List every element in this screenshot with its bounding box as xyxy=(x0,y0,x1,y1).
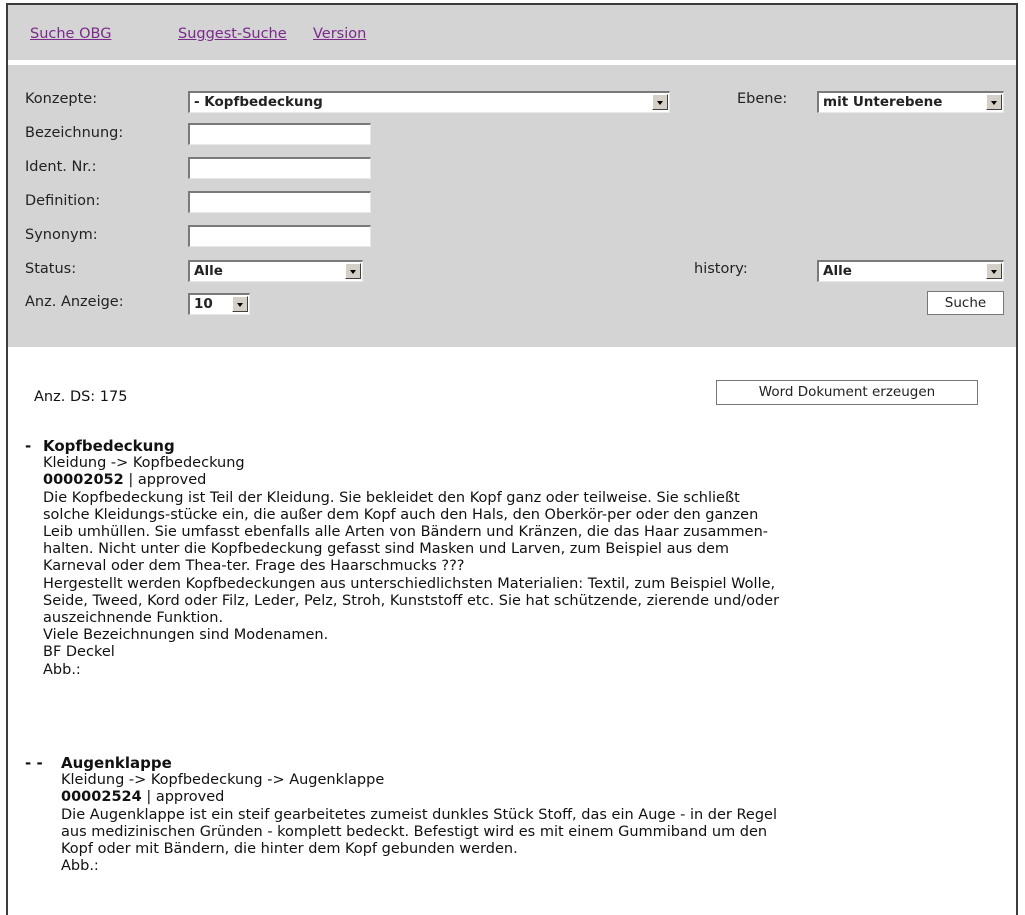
nav-link-version[interactable]: Version xyxy=(313,26,366,42)
status-select-value: Alle xyxy=(194,263,223,279)
ident-nr-label: Ident. Nr.: xyxy=(25,159,97,175)
ebene-select[interactable]: mit Unterebene xyxy=(817,91,1004,113)
entry-path: Kleidung -> Kopfbedeckung xyxy=(43,455,245,472)
ebene-label: Ebene: xyxy=(737,91,788,107)
anzeige-select[interactable]: 10 xyxy=(188,293,250,315)
top-navigation: Suche OBG Suggest-Suche Version xyxy=(8,5,1016,65)
entry-id: 00002052 xyxy=(43,472,124,489)
definition-line: halten. Nicht unter die Kopfbedeckung ge… xyxy=(43,541,730,558)
definition-line: Seide, Tweed, Kord oder Filz, Leder, Pel… xyxy=(43,592,780,609)
result-entry: Augenklappe Kleidung -> Kopfbedeckung ->… xyxy=(61,754,777,876)
definition-line: Leib umhüllen. Sie umfasst ebenfalls all… xyxy=(43,524,769,541)
entry-title[interactable]: Augenklappe xyxy=(61,754,777,772)
chevron-down-icon[interactable] xyxy=(652,94,668,110)
entry-id: 00002524 xyxy=(61,789,142,806)
entry-definition: Die Kopfbedeckung ist Teil der Kleidung.… xyxy=(43,490,779,679)
chevron-down-icon[interactable] xyxy=(232,296,248,312)
definition-line: Abb.: xyxy=(61,858,99,875)
entry-status: | approved xyxy=(146,789,225,806)
bezeichnung-input[interactable] xyxy=(188,123,371,145)
anzeige-select-value: 10 xyxy=(194,296,213,312)
definition-line: auszeichnende Funktion. xyxy=(43,610,224,627)
definition-line: Die Augenklappe ist ein steif gearbeitet… xyxy=(61,806,777,823)
synonym-input[interactable] xyxy=(188,225,371,247)
definition-line: aus medizinischen Gründen - komplett bed… xyxy=(61,823,768,840)
entry-level-marker: - xyxy=(25,437,32,455)
ebene-select-value: mit Unterebene xyxy=(823,94,943,110)
definition-line: Kopf oder mit Bändern, die hinter dem Ko… xyxy=(61,841,518,858)
history-select[interactable]: Alle xyxy=(817,260,1004,282)
chevron-down-icon[interactable] xyxy=(986,263,1002,279)
result-count: Anz. DS: 175 xyxy=(34,389,128,405)
chevron-down-icon[interactable] xyxy=(345,263,361,279)
entry-id-status: 00002524 | approved xyxy=(61,789,777,806)
entry-path: Kleidung -> Kopfbedeckung -> Augenklappe xyxy=(61,772,385,789)
status-label: Status: xyxy=(25,261,77,277)
nav-link-suche-obg[interactable]: Suche OBG xyxy=(30,26,111,42)
anzeige-label: Anz. Anzeige: xyxy=(25,294,124,310)
entry-title[interactable]: Kopfbedeckung xyxy=(43,437,779,455)
definition-input[interactable] xyxy=(188,191,371,213)
page-frame: Suche OBG Suggest-Suche Version Konzepte… xyxy=(6,3,1018,915)
definition-line: Viele Bezeichnungen sind Modenamen. xyxy=(43,627,329,644)
nav-link-suggest-suche[interactable]: Suggest-Suche xyxy=(178,26,287,42)
status-select[interactable]: Alle xyxy=(188,260,363,282)
entry-level-marker: - - xyxy=(25,754,43,772)
word-dokument-button[interactable]: Word Dokument erzeugen xyxy=(716,380,978,405)
result-entry: Kopfbedeckung Kleidung -> Kopfbedeckung … xyxy=(43,437,779,679)
definition-label: Definition: xyxy=(25,193,101,209)
definition-line: Abb.: xyxy=(43,661,81,678)
ident-nr-input[interactable] xyxy=(188,157,371,179)
entry-id-status: 00002052 | approved xyxy=(43,472,779,489)
history-select-value: Alle xyxy=(823,263,852,279)
definition-line: Hergestellt werden Kopfbedeckungen aus u… xyxy=(43,575,776,592)
synonym-label: Synonym: xyxy=(25,227,98,243)
konzepte-label: Konzepte: xyxy=(25,91,98,107)
history-label: history: xyxy=(694,261,748,277)
konzepte-select[interactable]: - Kopfbedeckung xyxy=(188,91,670,113)
suche-button[interactable]: Suche xyxy=(927,291,1004,315)
entry-status: | approved xyxy=(128,472,207,489)
definition-line: solche Kleidungs-stücke ein, die außer d… xyxy=(43,506,759,523)
konzepte-select-value: - Kopfbedeckung xyxy=(194,94,323,110)
entry-definition: Die Augenklappe ist ein steif gearbeitet… xyxy=(61,807,777,876)
definition-line: BF Deckel xyxy=(43,644,115,661)
bezeichnung-label: Bezeichnung: xyxy=(25,125,124,141)
search-form: Konzepte: - Kopfbedeckung Ebene: mit Unt… xyxy=(8,65,1016,347)
chevron-down-icon[interactable] xyxy=(986,94,1002,110)
definition-line: Karneval oder dem Thea-ter. Frage des Ha… xyxy=(43,558,465,575)
definition-line: Die Kopfbedeckung ist Teil der Kleidung.… xyxy=(43,489,740,506)
